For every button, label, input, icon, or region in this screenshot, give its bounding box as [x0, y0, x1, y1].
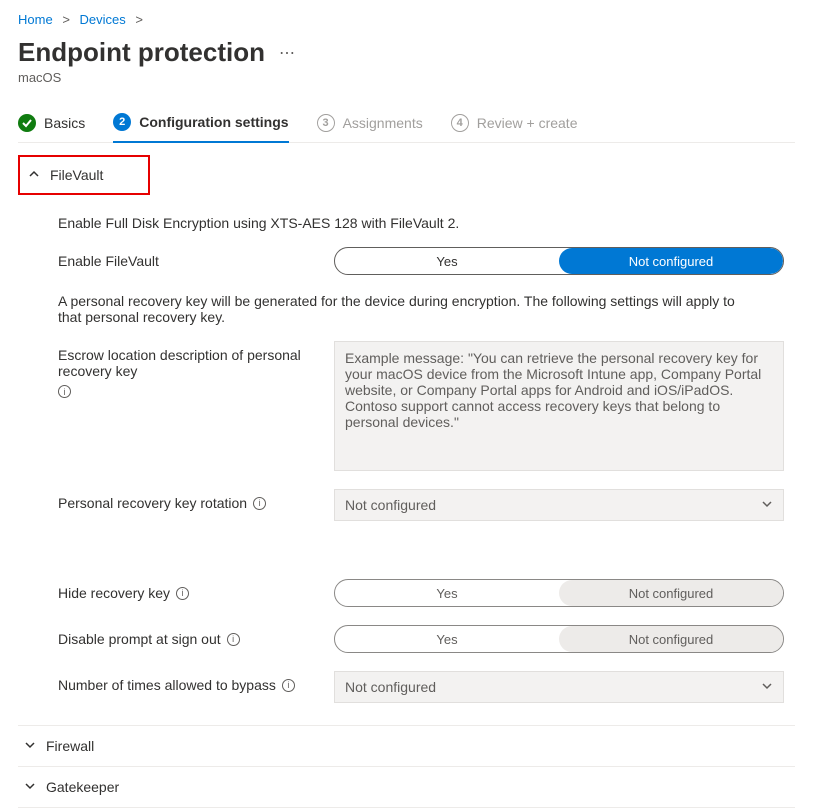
step-basics[interactable]: Basics: [18, 114, 85, 142]
toggle-option-not-configured[interactable]: Not configured: [559, 248, 783, 274]
more-icon[interactable]: ⋯: [279, 43, 297, 63]
step-label: Review + create: [477, 115, 578, 131]
breadcrumb-devices[interactable]: Devices: [80, 12, 126, 27]
bypass-label: Number of times allowed to bypass i: [58, 671, 318, 693]
disable-prompt-toggle[interactable]: Yes Not configured: [334, 625, 784, 653]
chevron-right-icon: >: [135, 12, 143, 27]
info-icon[interactable]: i: [253, 497, 266, 510]
step-assignments[interactable]: 3 Assignments: [317, 114, 423, 142]
step-configuration-settings[interactable]: 2 Configuration settings: [113, 113, 288, 143]
escrow-location-label: Escrow location description of personal …: [58, 341, 318, 398]
chevron-down-icon: [24, 738, 36, 754]
step-label: Assignments: [343, 115, 423, 131]
rotation-dropdown[interactable]: Not configured: [334, 489, 784, 521]
step-review-create[interactable]: 4 Review + create: [451, 114, 578, 142]
dropdown-value: Not configured: [345, 497, 436, 513]
chevron-down-icon: [24, 779, 36, 795]
section-filevault-body: Enable Full Disk Encryption using XTS-AE…: [18, 201, 795, 725]
disable-prompt-label: Disable prompt at sign out i: [58, 625, 318, 647]
step-number-icon: 3: [317, 114, 335, 132]
toggle-option-yes[interactable]: Yes: [335, 580, 559, 606]
page-title: Endpoint protection: [18, 37, 265, 68]
info-icon[interactable]: i: [58, 385, 71, 398]
section-title: Gatekeeper: [46, 779, 119, 795]
step-label: Configuration settings: [139, 114, 288, 130]
step-number-icon: 4: [451, 114, 469, 132]
hide-recovery-key-label: Hide recovery key i: [58, 579, 318, 601]
bypass-dropdown[interactable]: Not configured: [334, 671, 784, 703]
rotation-label: Personal recovery key rotation i: [58, 489, 318, 511]
section-gatekeeper-header[interactable]: Gatekeeper: [18, 767, 795, 807]
chevron-right-icon: >: [62, 12, 70, 27]
breadcrumb: Home > Devices >: [18, 8, 795, 37]
section-title: FileVault: [50, 167, 103, 183]
page-subtitle: macOS: [18, 70, 795, 85]
section-title: Firewall: [46, 738, 94, 754]
escrow-location-textarea[interactable]: [334, 341, 784, 471]
step-number-icon: 2: [113, 113, 131, 131]
chevron-down-icon: [761, 498, 773, 513]
toggle-option-not-configured[interactable]: Not configured: [559, 580, 783, 606]
check-icon: [18, 114, 36, 132]
info-icon[interactable]: i: [176, 587, 189, 600]
enable-filevault-toggle[interactable]: Yes Not configured: [334, 247, 784, 275]
info-icon[interactable]: i: [282, 679, 295, 692]
step-label: Basics: [44, 115, 85, 131]
toggle-option-yes[interactable]: Yes: [335, 626, 559, 652]
toggle-option-not-configured[interactable]: Not configured: [559, 626, 783, 652]
info-icon[interactable]: i: [227, 633, 240, 646]
breadcrumb-home[interactable]: Home: [18, 12, 53, 27]
filevault-intro-text: Enable Full Disk Encryption using XTS-AE…: [58, 215, 795, 231]
chevron-up-icon: [28, 168, 40, 183]
enable-filevault-label: Enable FileVault: [58, 247, 318, 269]
section-firewall-header[interactable]: Firewall: [18, 726, 795, 766]
toggle-option-yes[interactable]: Yes: [335, 248, 559, 274]
chevron-down-icon: [761, 680, 773, 695]
dropdown-value: Not configured: [345, 679, 436, 695]
wizard-steps: Basics 2 Configuration settings 3 Assign…: [18, 113, 795, 143]
hide-recovery-key-toggle[interactable]: Yes Not configured: [334, 579, 784, 607]
section-filevault-header[interactable]: FileVault: [18, 155, 150, 195]
recovery-key-intro-text: A personal recovery key will be generate…: [58, 293, 758, 325]
